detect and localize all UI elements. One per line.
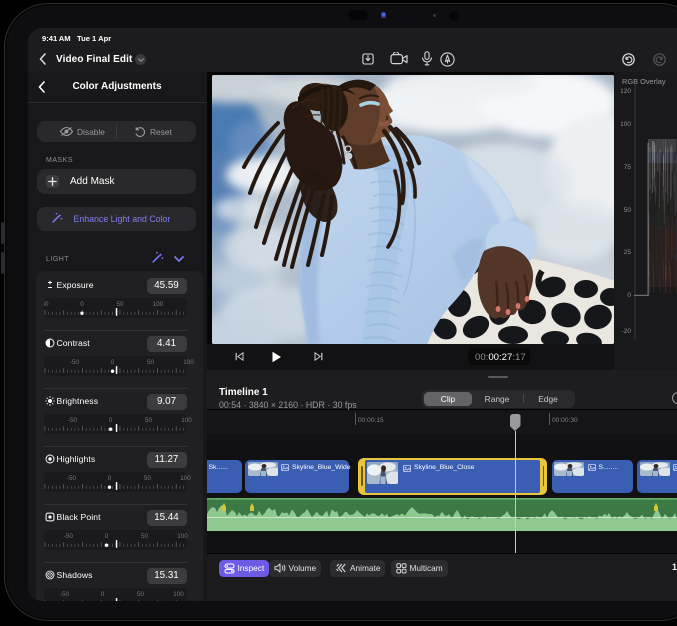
svg-text:0: 0 bbox=[107, 475, 111, 482]
svg-text:50: 50 bbox=[136, 591, 144, 598]
svg-text:50: 50 bbox=[140, 533, 148, 540]
svg-text:-50: -50 bbox=[44, 301, 49, 308]
svg-text:-50: -50 bbox=[69, 359, 79, 366]
svg-text:-50: -50 bbox=[67, 417, 77, 424]
svg-text:100: 100 bbox=[173, 591, 184, 598]
svg-text:100: 100 bbox=[181, 417, 192, 424]
svg-text:50: 50 bbox=[146, 359, 154, 366]
svg-text:100: 100 bbox=[152, 301, 163, 308]
svg-text:0: 0 bbox=[110, 359, 114, 366]
svg-text:50: 50 bbox=[116, 301, 124, 308]
svg-text:0: 0 bbox=[100, 591, 104, 598]
svg-text:50: 50 bbox=[144, 417, 152, 424]
svg-text:100: 100 bbox=[180, 475, 191, 482]
svg-text:-50: -50 bbox=[66, 475, 76, 482]
svg-text:0: 0 bbox=[80, 301, 84, 308]
svg-text:100: 100 bbox=[183, 359, 194, 366]
svg-text:0: 0 bbox=[108, 417, 112, 424]
svg-text:-50: -50 bbox=[63, 533, 73, 540]
svg-text:-50: -50 bbox=[59, 591, 69, 598]
svg-text:0: 0 bbox=[104, 533, 108, 540]
svg-text:100: 100 bbox=[177, 533, 188, 540]
svg-text:50: 50 bbox=[143, 475, 151, 482]
